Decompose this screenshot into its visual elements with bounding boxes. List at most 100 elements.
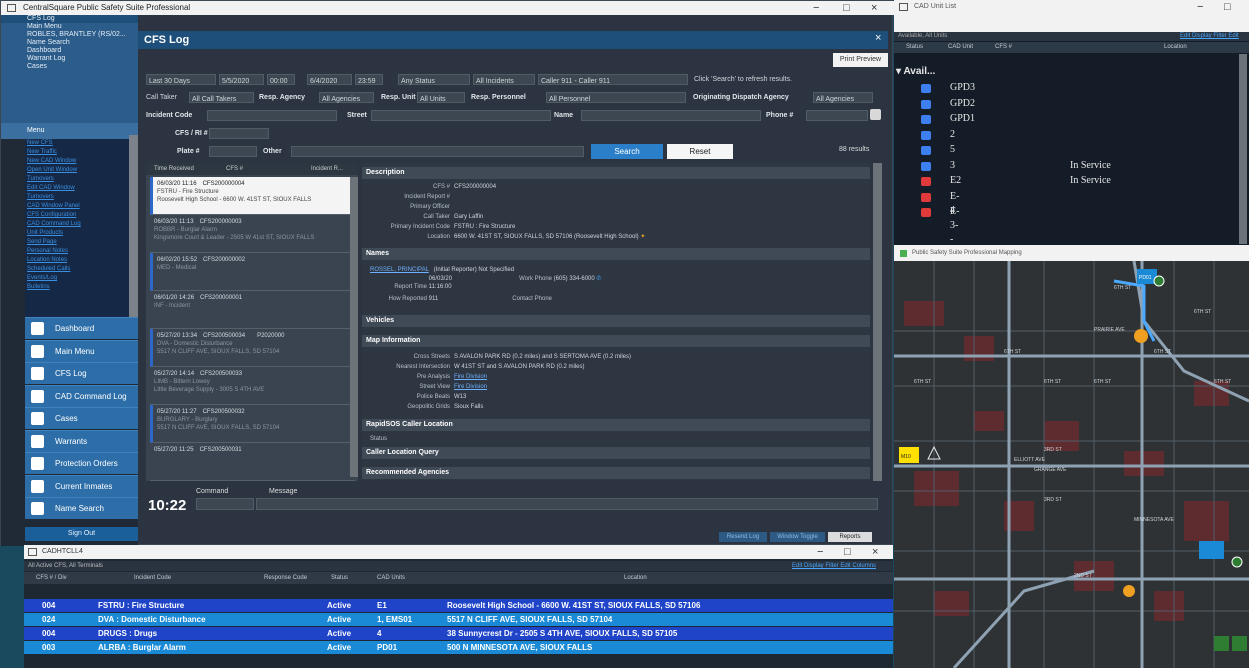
to-time-field[interactable]: 23:59 [355,74,383,85]
sidebar-scrollbar[interactable] [129,135,138,330]
menu-link[interactable]: Turnovers [25,175,129,184]
col-incident-code[interactable]: Incident Code [134,572,171,584]
menu-link[interactable]: CFS Configuration [25,211,129,220]
description-section[interactable]: Description [362,167,870,179]
col-response-code[interactable]: Response Code [264,572,307,584]
other-input[interactable] [291,146,584,157]
open-window-item[interactable]: ROBLES, BRANTLEY (RS/02... [1,31,138,39]
menu-link[interactable]: Turnovers [25,193,129,202]
cad-edit-links[interactable]: Edit Display Filter Edit Columns [792,561,876,571]
nav-item[interactable]: Protection Orders [25,452,138,474]
menu-link[interactable]: Personal Notes [25,247,129,256]
unit-minimize-button[interactable]: − [1197,0,1203,14]
col-status[interactable]: Status [906,42,923,53]
map-canvas[interactable]: PRAIRIE AVE 6TH ST 6TH ST 6TH ST 6TH ST … [894,261,1249,668]
vehicles-section[interactable]: Vehicles [362,315,870,327]
from-date-field[interactable]: 5/5/2020 [219,74,264,85]
date-range-select[interactable]: Last 30 Days [146,74,216,85]
table-row[interactable]: 004 DRUGS : Drugs Active 4 38 Sunnycrest Dr … [24,627,893,640]
location-pin-icon[interactable]: ✦ [639,234,645,240]
col-time-received[interactable]: Time Received [154,163,194,175]
zoom-in-icon[interactable] [1214,636,1229,651]
unit-edit-links[interactable]: Edit Display Filter Edit [1180,32,1239,41]
menu-link[interactable]: CAD Command Log [25,220,129,229]
list-item[interactable]: 06/02/20 15:52 CFS200000002 MED - Medical [150,253,355,291]
menu-link[interactable]: Open Unit Window [25,166,129,175]
cfs-ri-input[interactable] [209,128,269,139]
status-select[interactable]: Any Status [398,74,470,85]
list-item[interactable]: 06/01/20 14:26 CFS200000001 INF - Incident [150,291,355,329]
caller-query-section[interactable]: Caller Location Query [362,447,870,459]
street-input[interactable] [371,110,551,121]
open-window-item[interactable]: Cases [1,63,138,71]
menu-link[interactable]: CAD Window Panel [25,202,129,211]
menu-link[interactable]: Events/Log [25,274,129,283]
col-cfs-div[interactable]: CFS # / Div [36,572,67,584]
call-taker-select[interactable]: All Call Takers [189,92,254,103]
reset-button[interactable]: Reset [667,144,733,159]
menu-link[interactable]: Bulletins [25,283,129,292]
name-link[interactable]: ROSSEL, PRINCIPAL [370,267,429,273]
window-toggle-button[interactable]: Window Toggle [770,532,825,542]
col-location[interactable]: Location [1164,42,1187,53]
menu-link[interactable]: Send Page [25,238,129,247]
phone-icon[interactable]: ✆ [596,276,601,282]
menu-link[interactable]: Unit Products [25,229,129,238]
unit-maximize-button[interactable]: □ [1224,0,1231,14]
nav-item[interactable]: Dashboard [25,317,138,339]
detail-scrollbar[interactable] [873,163,882,481]
reports-button[interactable]: Reports [828,532,872,542]
incident-code-select[interactable] [207,110,337,121]
incidents-select[interactable]: All Incidents [473,74,535,85]
to-date-field[interactable]: 6/4/2020 [307,74,352,85]
unit-status-icon[interactable] [1231,556,1243,568]
col-cad-units[interactable]: CAD Units [377,572,405,584]
field-value[interactable]: Fire Division [454,374,487,380]
menu-link[interactable]: Edit CAD Window [25,184,129,193]
list-item[interactable]: 06/03/20 11:16 CFS200000004 FSTRU - Fire S… [150,177,355,215]
close-icon[interactable]: × [875,32,881,44]
minimize-button[interactable]: − [813,1,819,15]
col-cfs[interactable]: CFS # [995,42,1012,53]
col-cfs-number[interactable]: CFS # [226,163,243,175]
map-info-section[interactable]: Map Information [362,335,870,347]
field-value[interactable]: Fire Division [454,384,487,390]
resend-log-button[interactable]: Resend Log [719,532,767,542]
command-input[interactable] [196,498,254,510]
agencies-section[interactable]: Recommended Agencies [362,467,870,479]
nav-item[interactable]: Warrants [25,429,138,452]
name-input[interactable] [581,110,761,121]
print-preview-button[interactable]: Print Preview [833,53,888,67]
list-item[interactable]: 05/27/20 11:27 CFS200500032 BURGLARY - Bur… [150,405,355,443]
group-toggle-icon[interactable]: ▾ [896,66,901,77]
phone-input[interactable] [806,110,868,121]
open-window-item[interactable]: Warrant Log [1,55,138,63]
menu-link[interactable]: Location Notes [25,256,129,265]
open-window-item[interactable]: CFS Log [1,15,138,23]
resp-unit-select[interactable]: All Units [417,92,465,103]
available-group[interactable]: ▾ Avail... [896,66,935,77]
col-cad-unit[interactable]: CAD Unit [948,42,973,53]
open-window-item[interactable]: Main Menu [1,23,138,31]
caller-select[interactable]: Caller 911 - Caller 911 [538,74,688,85]
menu-link[interactable]: New CAD Window [25,157,129,166]
list-item[interactable]: 05/27/20 13:34 CFS200500034 P2020000 DVA - … [150,329,355,367]
maximize-button[interactable]: □ [843,1,850,15]
cad-minimize-button[interactable]: − [817,545,823,559]
message-input[interactable] [256,498,878,510]
col-location[interactable]: Location [624,572,647,584]
table-row[interactable]: 024 DVA : Domestic Disturbance Active 1, EM… [24,613,893,626]
list-item[interactable]: 05/27/20 11:25 CFS200500031 [150,443,355,481]
close-button[interactable]: × [871,1,877,15]
resp-personnel-select[interactable]: All Personnel [546,92,686,103]
nav-item[interactable]: Cases [25,407,138,429]
nav-item[interactable]: Name Search [25,497,138,519]
nav-item[interactable]: CFS Log [25,362,138,384]
unit-marker[interactable] [1199,541,1224,559]
originating-agency-select[interactable]: All Agencies [813,92,873,103]
search-button[interactable]: Search [591,144,663,159]
incident-marker[interactable] [1134,329,1148,343]
open-window-item[interactable]: Dashboard [1,47,138,55]
menu-link[interactable]: Scheduled Calls [25,265,129,274]
col-status[interactable]: Status [331,572,348,584]
